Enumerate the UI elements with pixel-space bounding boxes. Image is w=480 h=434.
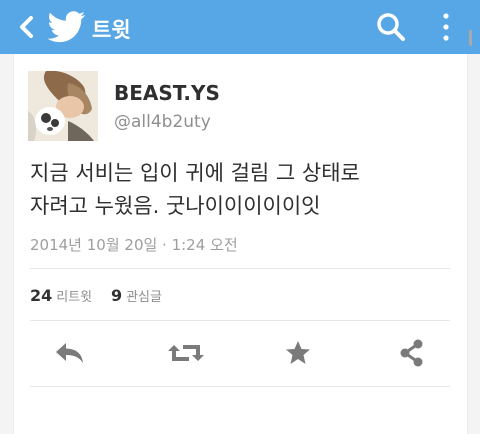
tweet-stats: 24 리트윗 9 관심글 — [30, 286, 176, 305]
chevron-left-icon[interactable] — [18, 14, 36, 40]
star-icon[interactable] — [284, 339, 312, 367]
divider — [30, 268, 450, 269]
display-name[interactable]: BEAST.YS — [114, 81, 220, 105]
tweet-timestamp: 2014년 10월 20일 · 1:24 오전 — [30, 236, 238, 254]
tweet-text: 지금 서비는 입이 귀에 걸림 그 상태로 자려고 누웠음. 굿나이이이이이잇 — [30, 161, 360, 218]
page-title: 트윗 — [92, 18, 131, 42]
retweet-icon[interactable] — [167, 339, 205, 367]
top-app-bar: 트윗 — [0, 0, 480, 54]
retweet-label[interactable]: 리트윗 — [56, 290, 92, 305]
avatar[interactable] — [28, 71, 98, 141]
divider — [30, 320, 450, 321]
tweet-card: BEAST.YS @all4b2uty 지금 서비는 입이 귀에 걸림 그 상태… — [13, 54, 468, 434]
user-handle[interactable]: @all4b2uty — [114, 112, 211, 132]
more-vertical-icon[interactable] — [437, 11, 455, 43]
favorite-count[interactable]: 9 — [111, 286, 122, 305]
retweet-count[interactable]: 24 — [30, 286, 52, 305]
scrollbar[interactable] — [469, 30, 472, 46]
share-icon[interactable] — [399, 339, 425, 367]
reply-icon[interactable] — [54, 339, 86, 367]
divider — [30, 386, 450, 387]
twitter-bird-icon[interactable] — [48, 11, 86, 43]
favorite-label[interactable]: 관심글 — [126, 290, 162, 305]
search-icon[interactable] — [375, 11, 407, 43]
